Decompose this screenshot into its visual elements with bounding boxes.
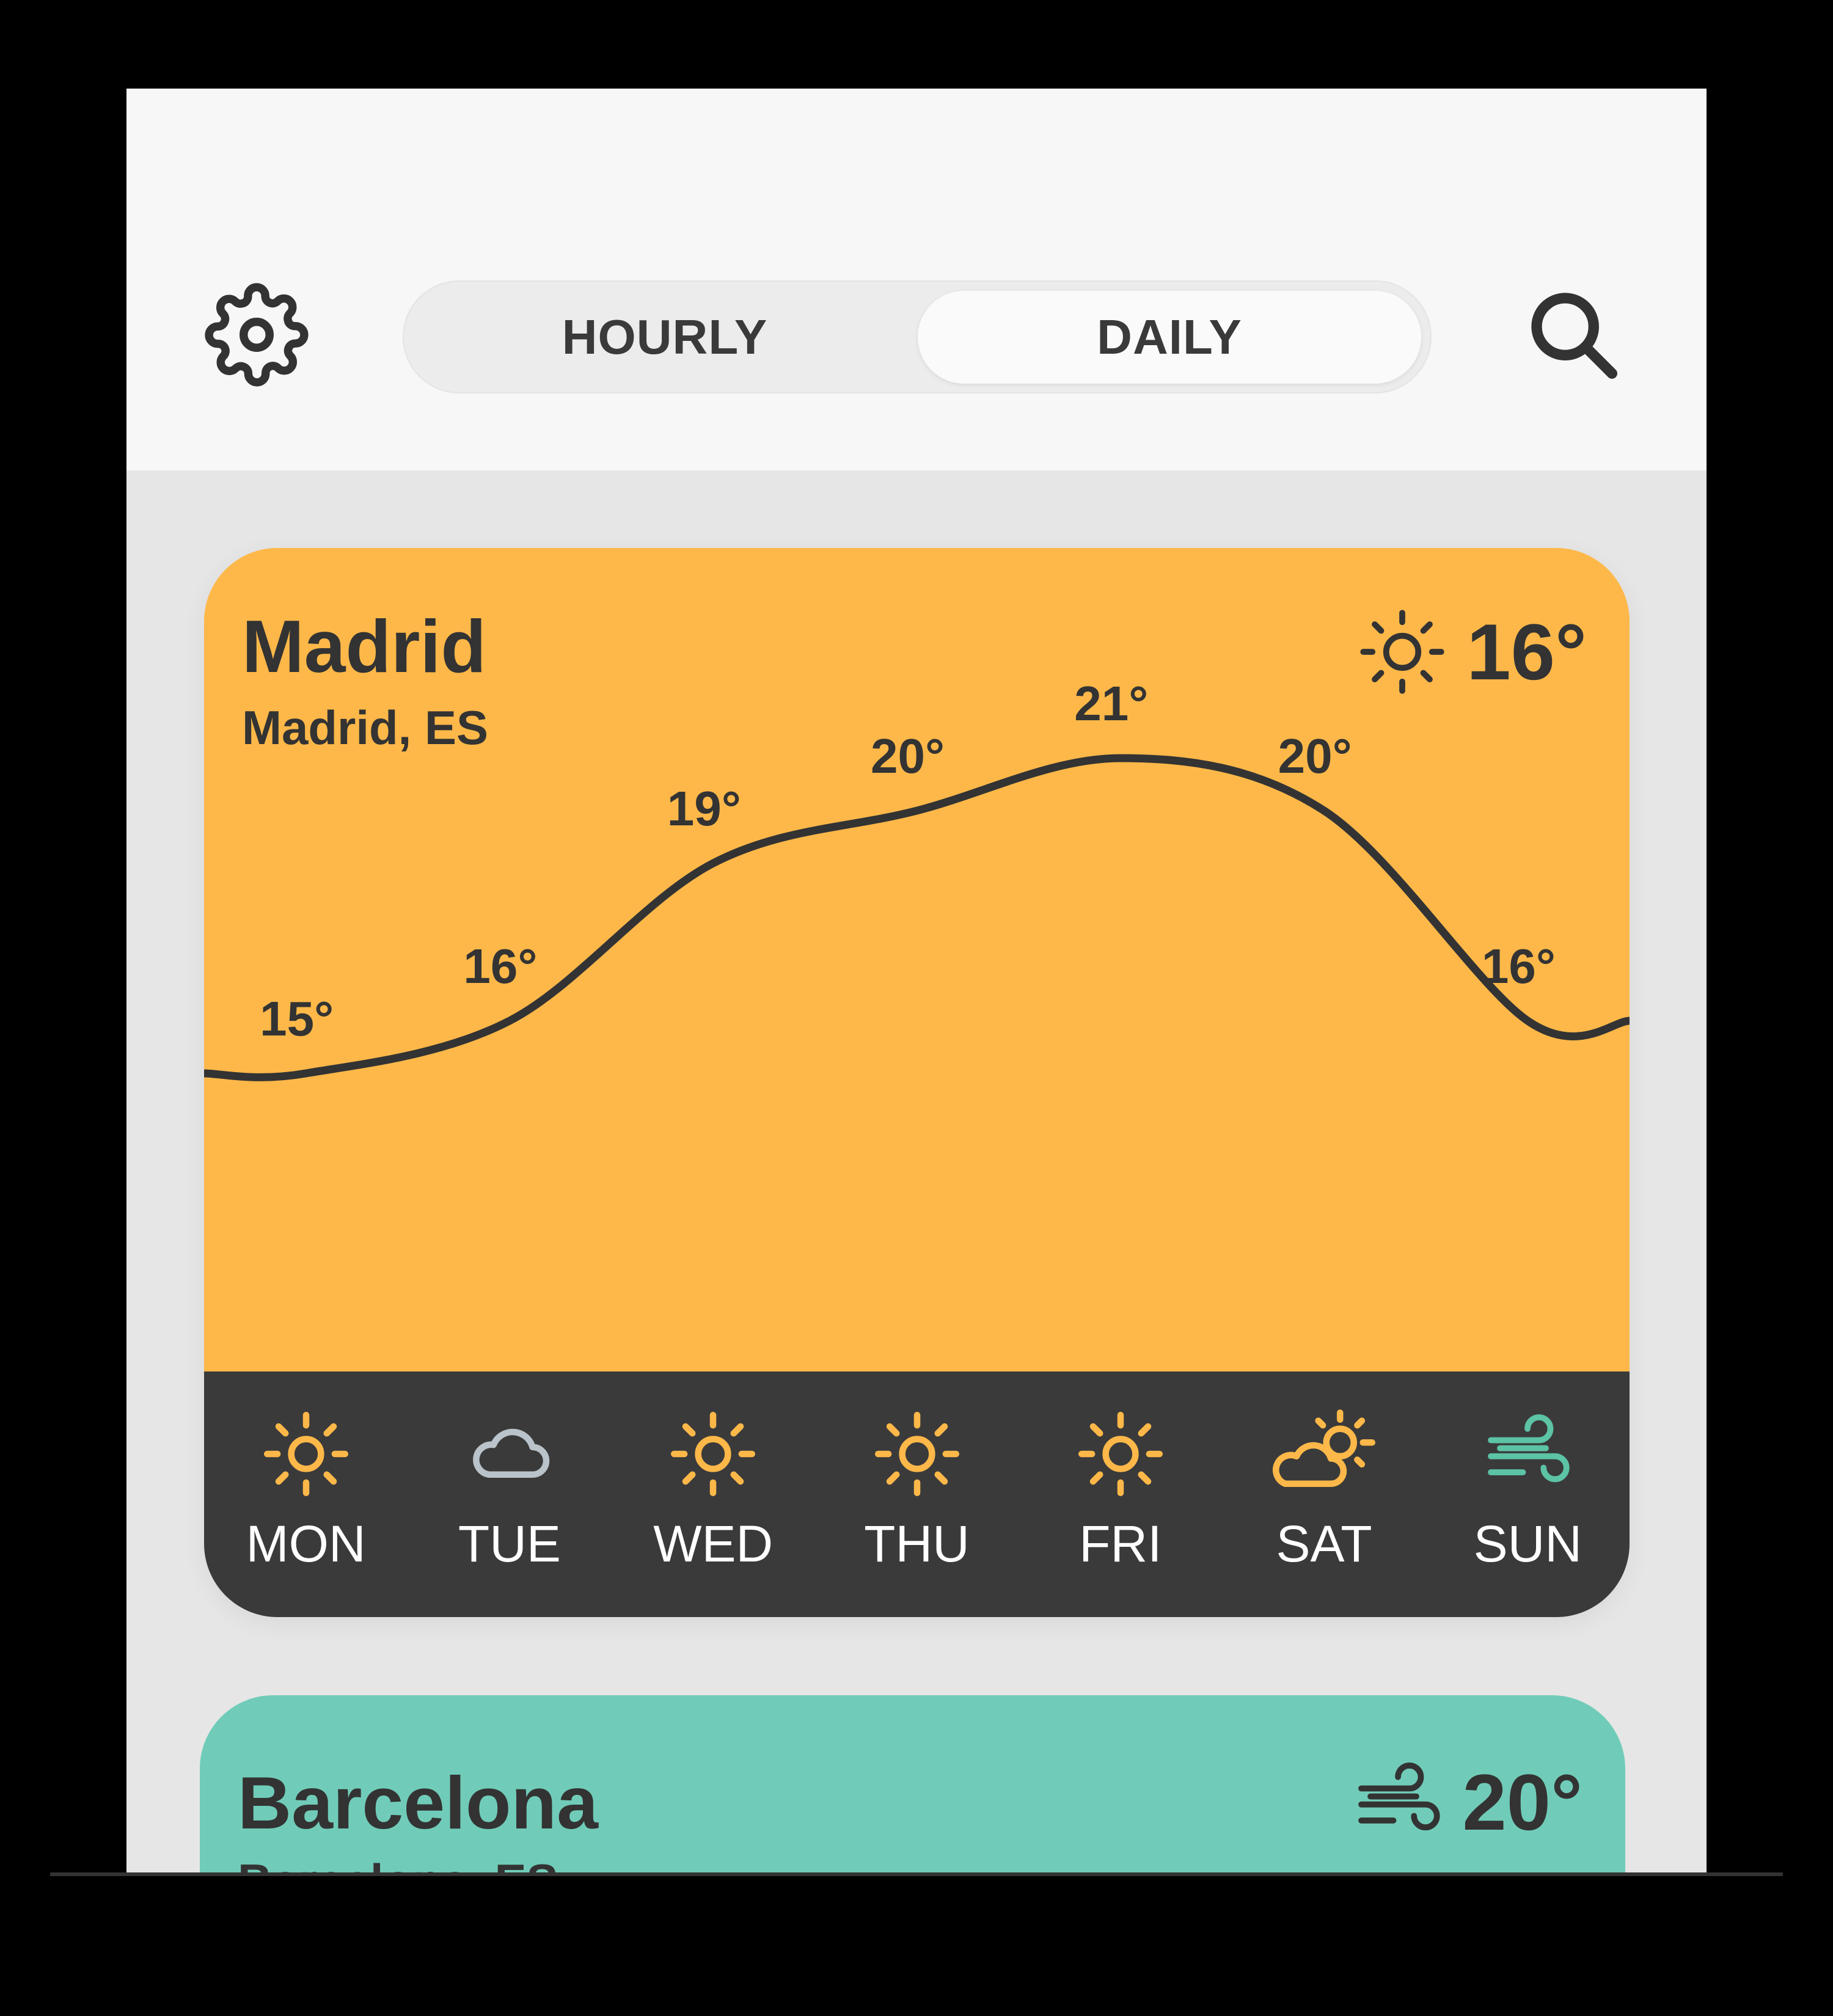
settings-button[interactable] (203, 281, 310, 388)
current-temperature: 16° (1466, 607, 1587, 696)
temperature-label: 20° (871, 729, 945, 783)
wind-icon (1358, 1762, 1440, 1831)
temperature-chart-area: 15° 16° 19° 20° 21° 20° 16° Madrid Madrid, ES … (204, 548, 1630, 1371)
temperature-label: 20° (1278, 729, 1352, 783)
day-tue[interactable]: TUE (418, 1408, 601, 1569)
day-label: SAT (1276, 1515, 1372, 1572)
day-label: THU (864, 1515, 970, 1572)
sun-icon (1360, 610, 1445, 694)
day-fri[interactable]: FRI (1029, 1408, 1212, 1569)
temperature-line (204, 754, 1630, 1081)
sun-icon (1029, 1408, 1212, 1500)
wind-icon (1436, 1408, 1619, 1500)
gear-icon (204, 282, 309, 387)
cloud-icon (418, 1408, 601, 1500)
temperature-label: 19° (667, 781, 741, 836)
top-bar: HOURLY DAILY (126, 89, 1707, 470)
current-weather: 20° (1352, 1756, 1582, 1848)
city-card-barcelona[interactable]: Barcelona Barcelona, ES 20° (200, 1695, 1625, 1875)
sun-icon (621, 1408, 805, 1500)
day-sun[interactable]: SUN (1436, 1408, 1619, 1569)
day-label: WED (653, 1515, 774, 1572)
current-weather: 16° (1356, 606, 1587, 698)
tab-daily[interactable]: DAILY (918, 291, 1421, 384)
city-region: Madrid, ES (242, 701, 489, 754)
search-icon (1531, 292, 1617, 379)
device-bottom-edge (50, 1872, 1783, 1876)
day-label: MON (246, 1515, 366, 1572)
temperature-label: 15° (260, 992, 334, 1046)
city-name: Barcelona (238, 1761, 598, 1844)
day-wed[interactable]: WED (621, 1408, 805, 1569)
current-temperature: 20° (1462, 1758, 1582, 1847)
day-sat[interactable]: SAT (1232, 1408, 1416, 1569)
day-thu[interactable]: THU (825, 1408, 1009, 1569)
city-card-madrid[interactable]: 15° 16° 19° 20° 21° 20° 16° Madrid Madrid, ES … (204, 548, 1630, 1617)
temperature-label: 21° (1074, 676, 1148, 731)
city-name: Madrid (242, 605, 486, 688)
day-mon[interactable]: MON (214, 1408, 398, 1569)
sun-icon (825, 1408, 1009, 1500)
partly-cloudy-icon (1232, 1408, 1416, 1500)
day-label: TUE (458, 1515, 561, 1572)
view-toggle: HOURLY DAILY (403, 280, 1432, 393)
search-button[interactable] (1520, 281, 1626, 388)
tab-hourly[interactable]: HOURLY (413, 291, 916, 384)
day-label: SUN (1473, 1515, 1582, 1572)
temperature-label: 16° (463, 939, 537, 993)
sun-icon (214, 1408, 398, 1500)
temperature-label: 16° (1482, 939, 1556, 993)
day-label: FRI (1079, 1515, 1162, 1572)
app-screen: HOURLY DAILY 15° 16° 19° 20° 21° 20° 16° Madri… (126, 89, 1707, 1875)
daily-forecast-bar: MON TUE WED THU FRI SAT SUN (204, 1371, 1630, 1617)
